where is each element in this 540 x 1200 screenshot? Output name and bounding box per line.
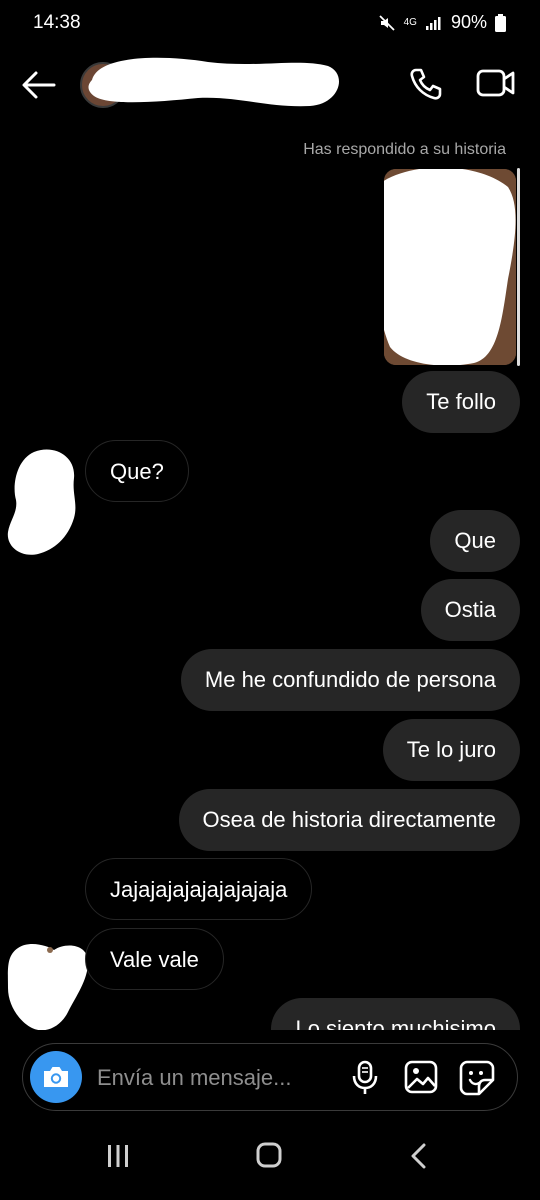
story-thumbnail[interactable] (384, 169, 516, 365)
battery-percent: 90% (450, 12, 487, 32)
sticker-icon (459, 1060, 495, 1096)
image-icon (404, 1060, 438, 1094)
home-icon (256, 1142, 282, 1168)
story-reply-note: Has respondido a su historia (303, 141, 506, 158)
voice-message-button[interactable] (351, 1060, 379, 1096)
story-scroll-indicator (517, 168, 520, 366)
message-bubble-out[interactable]: Osea de historia directamente (178, 789, 520, 851)
status-time: 14:38 (33, 12, 81, 33)
message-bubble-out[interactable]: Lo siento muchisimo (271, 998, 520, 1030)
message-bubble-out[interactable]: Te lo juro (382, 719, 520, 781)
message-bubble-out[interactable]: Ostia (420, 579, 520, 641)
camera-icon (44, 1067, 68, 1087)
system-back-button[interactable] (408, 1142, 430, 1170)
sender-avatar[interactable] (4, 940, 90, 1030)
message-bubble-out[interactable]: Me he confundido de persona (180, 649, 520, 711)
message-bubble-out[interactable]: Te follo (402, 371, 520, 433)
voice-call-button[interactable] (408, 66, 444, 102)
video-call-button[interactable] (476, 66, 516, 100)
message-input[interactable] (95, 1044, 339, 1112)
recents-icon (108, 1145, 128, 1167)
battery-icon (495, 13, 506, 32)
mute-icon (378, 14, 395, 31)
message-composer (22, 1043, 518, 1112)
chevron-left-icon (411, 1143, 426, 1169)
video-camera-icon (476, 69, 515, 97)
message-thread[interactable]: Has respondido a su historia Te follo Qu… (0, 124, 540, 1030)
back-button[interactable] (20, 68, 58, 102)
network-type: 4G (403, 16, 417, 28)
sender-avatar[interactable] (4, 446, 78, 558)
signal-icon (425, 16, 441, 30)
message-bubble-out[interactable]: Que (430, 510, 520, 572)
status-bar: 14:38 4G 90% (0, 0, 540, 46)
home-button[interactable] (256, 1142, 282, 1168)
status-icons: 4G 90% (378, 12, 506, 33)
gallery-button[interactable] (404, 1060, 438, 1094)
camera-button[interactable] (30, 1051, 82, 1103)
story-redaction (384, 169, 516, 365)
chat-header (0, 46, 540, 124)
message-bubble-in[interactable]: Jajajajajajajajajaja (85, 858, 313, 920)
recents-button[interactable] (106, 1144, 130, 1168)
sticker-button[interactable] (459, 1060, 495, 1096)
message-bubble-in[interactable]: Que? (85, 440, 189, 502)
message-bubble-in[interactable]: Vale vale (85, 928, 224, 990)
phone-icon (410, 68, 442, 100)
arrow-left-icon (22, 71, 56, 99)
system-nav-bar (0, 1124, 540, 1200)
contact-name-redaction (88, 57, 340, 107)
microphone-icon (352, 1060, 378, 1094)
